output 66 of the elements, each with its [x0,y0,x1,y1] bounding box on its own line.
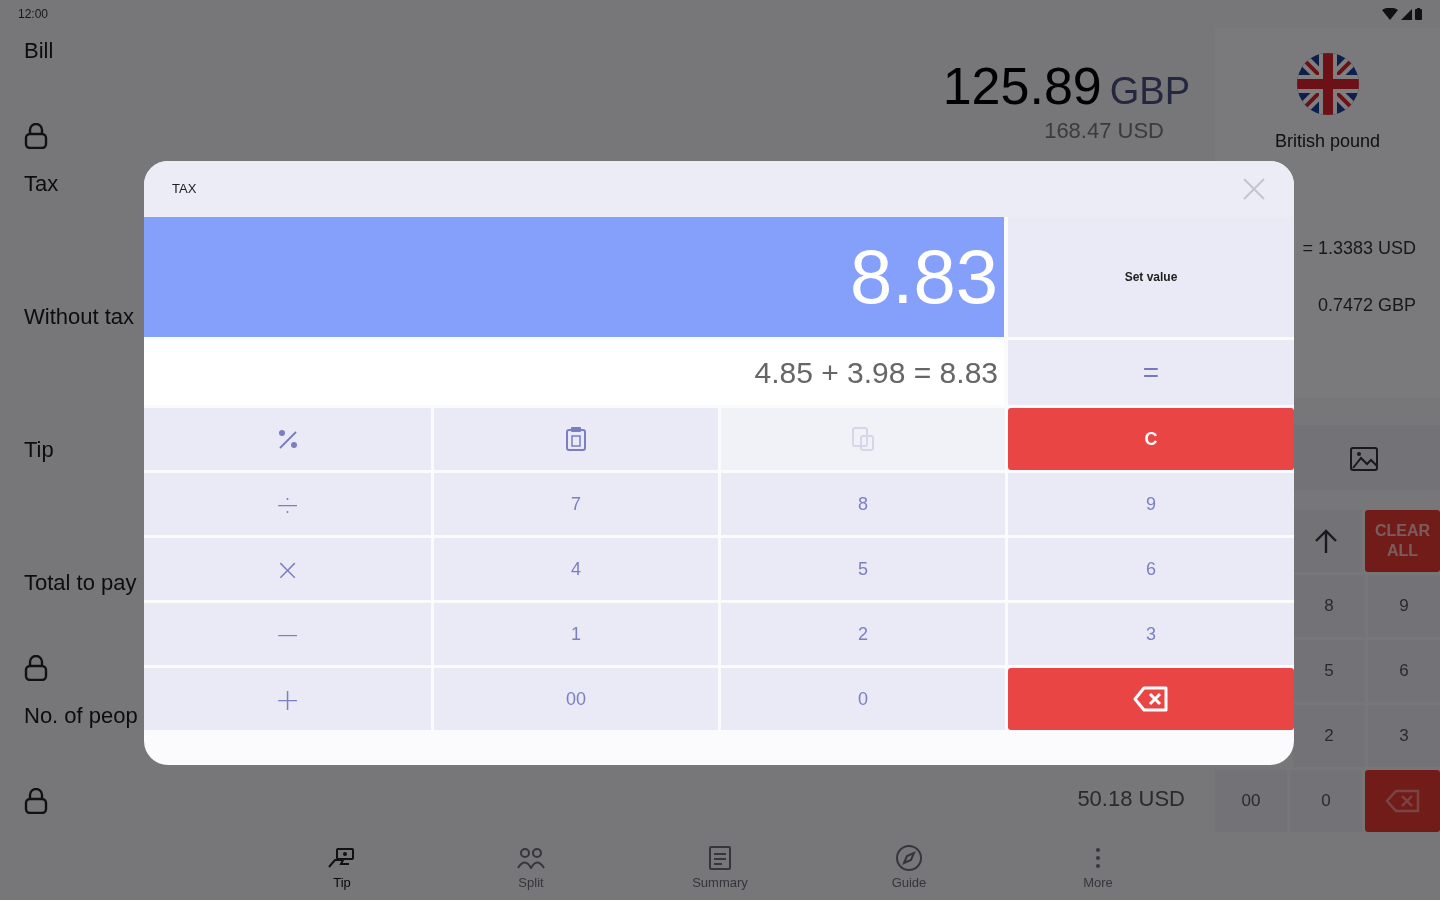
operator-key[interactable]: − [144,603,431,665]
more-icon [1095,847,1101,870]
keypad-key[interactable]: 8 [1293,575,1365,637]
digit-key[interactable]: 7 [434,473,718,535]
nav-tab[interactable]: Tip [247,838,437,900]
expression-text: 4.85 + 3.98 = 8.83 [754,355,998,391]
paste-icon [851,426,875,452]
lock-icon[interactable] [24,788,48,814]
document-icon [708,845,732,872]
keypad-key[interactable]: 0 [1290,770,1362,832]
field-label: Bill [24,37,54,65]
digit-key[interactable]: 9 [1008,473,1294,535]
digit-key[interactable]: 0 [721,668,1005,730]
status-time: 12:00 [18,6,49,23]
digit-key[interactable]: 6 [1008,538,1294,600]
digit-key[interactable]: 5 [721,538,1005,600]
backspace-icon [1133,686,1169,712]
field-label: Tax [24,170,59,198]
dialog-title: TAX [172,180,197,199]
keypad-key[interactable]: 6 [1368,640,1440,702]
nav-tab[interactable]: Split [436,838,626,900]
converted-amount: 50.18 USD [1077,785,1185,813]
bill-amount: 125.89 [942,60,1102,112]
converted-amount: 168.47 USD [1044,117,1164,145]
operator-key[interactable]: + [144,668,431,730]
up-arrow-icon [1314,528,1338,554]
keypad-key[interactable]: 5 [1293,640,1365,702]
nav-tab[interactable]: Summary [625,838,815,900]
nav-tab[interactable]: Guide [814,838,1004,900]
equals-button[interactable]: = [1008,340,1294,405]
people-icon [516,847,546,870]
keypad-key[interactable]: 3 [1368,705,1440,767]
field-label: Tip [24,436,54,464]
lock-icon[interactable] [24,655,48,681]
exchange-rate: 0.7472 GBP [1317,294,1416,317]
signal-icon [1401,8,1412,20]
digit-key[interactable]: 00 [434,668,718,730]
digit-key[interactable]: 3 [1008,603,1294,665]
lock-icon[interactable] [24,123,48,149]
field-label: Total to pay [24,569,137,597]
operator-key[interactable]: × [144,538,431,600]
backspace-icon [1385,789,1420,813]
currency-code: GBP [1109,72,1190,110]
clear-all-button[interactable]: CLEAR ALL [1365,510,1440,572]
field-label: Without tax [24,303,135,331]
set-value-button[interactable]: Set value [1008,217,1294,337]
battery-icon [1415,8,1422,20]
digit-key[interactable]: 4 [434,538,718,600]
percent-icon [276,428,299,450]
keypad-key[interactable]: 2 [1293,705,1365,767]
wifi-icon [1382,8,1398,20]
digit-key[interactable]: 8 [721,473,1005,535]
exchange-rate: = 1.3383 USD [1302,237,1416,260]
compass-icon [895,844,923,873]
clipboard-icon [565,426,587,452]
digit-key[interactable]: 2 [721,603,1005,665]
keypad-key[interactable]: 00 [1215,770,1287,832]
keypad-key[interactable]: 9 [1368,575,1440,637]
value-display[interactable]: 8.83 [144,217,1004,337]
clear-button[interactable]: C [1008,408,1294,470]
nav-tab[interactable]: More [1003,838,1193,900]
currency-name: British pound [1274,130,1381,153]
field-label: No. of peop [24,702,138,730]
hand-money-icon [327,847,357,870]
digit-key[interactable]: 1 [434,603,718,665]
operator-key[interactable]: ÷ [144,473,431,535]
